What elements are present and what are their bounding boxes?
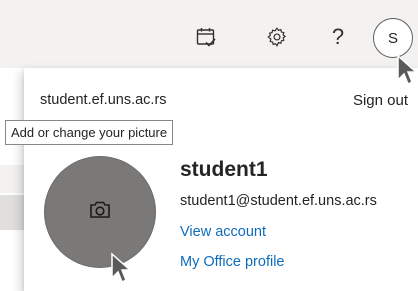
header-bar: ? S: [0, 0, 418, 68]
photo-tooltip: Add or change your picture: [5, 120, 174, 145]
avatar-initial: S: [387, 29, 398, 47]
user-display-name: student1: [180, 158, 268, 181]
help-icon[interactable]: ?: [325, 24, 351, 50]
organization-name: student.ef.uns.ac.rs: [40, 92, 167, 108]
user-email: student1@student.ef.uns.ac.rs: [180, 193, 377, 209]
sign-out-link[interactable]: Sign out: [353, 92, 408, 109]
mouse-cursor-icon: [397, 54, 418, 86]
calendar-check-icon[interactable]: [193, 24, 219, 50]
view-account-link[interactable]: View account: [180, 224, 266, 240]
mouse-cursor-icon: [111, 252, 132, 284]
gear-icon[interactable]: [264, 24, 290, 50]
profile-photo-button[interactable]: [45, 157, 155, 267]
account-avatar-button[interactable]: S: [373, 18, 413, 58]
camera-icon: [89, 200, 111, 225]
office-profile-link[interactable]: My Office profile: [180, 254, 285, 270]
